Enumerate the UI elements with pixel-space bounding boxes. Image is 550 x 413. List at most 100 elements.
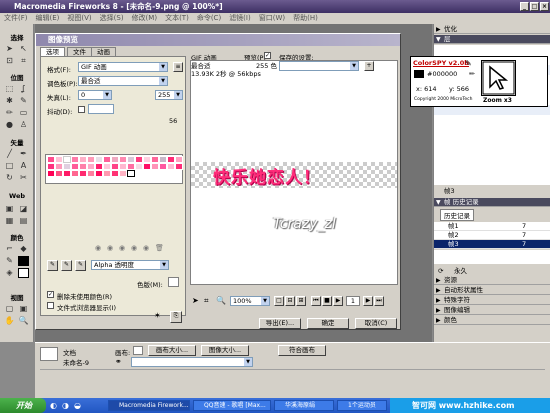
tab-options[interactable]: 选项 [40, 47, 65, 56]
crop-tool-icon[interactable]: ⌗ [204, 296, 209, 306]
pointer-tool-icon[interactable]: ➤ [192, 296, 199, 305]
palette-swatch[interactable] [87, 163, 95, 170]
blend-select[interactable] [131, 357, 253, 367]
palette-swatch[interactable] [71, 163, 79, 170]
palette-swatch[interactable] [79, 156, 87, 163]
palette-swatch[interactable] [143, 163, 151, 170]
palette-swatch[interactable] [95, 163, 103, 170]
zoom-tool-icon[interactable]: 🔍 [18, 316, 29, 326]
palette-swatch[interactable] [151, 163, 159, 170]
crop-tool-icon[interactable]: ⌗ [18, 56, 29, 66]
transparency-select[interactable]: Alpha 透明度 [91, 260, 169, 270]
remove-transparency-icon[interactable]: ✎ [75, 260, 86, 271]
quicklaunch-icon[interactable]: ◒ [74, 401, 81, 410]
menu-select[interactable]: 选择(S) [96, 13, 128, 24]
palette-swatch[interactable] [111, 163, 119, 170]
web-snap-icon[interactable]: ◉ [131, 244, 137, 252]
eyedropper-tool-icon[interactable]: ⌐ [4, 244, 15, 254]
palette-swatch[interactable] [103, 163, 111, 170]
preview-checkbox[interactable]: ✓ [264, 52, 271, 59]
palette-swatch[interactable] [135, 156, 143, 163]
dither-percent-field[interactable] [88, 104, 114, 114]
add-transparency-icon[interactable]: ✎ [61, 260, 72, 271]
quicklaunch-icon[interactable]: ◐ [50, 401, 57, 410]
rectangle-tool-icon[interactable]: □ [4, 161, 15, 171]
frames-export-icon[interactable]: ⎘ [170, 311, 182, 323]
palette-swatch[interactable] [63, 163, 71, 170]
colorspy-widget[interactable]: ColorSPY v2.0b ✎ #000000 ✏ x: 614 y: 566… [410, 56, 548, 107]
ok-button[interactable]: 确定 [307, 318, 349, 329]
canvas-size-button[interactable]: 画布大小... [148, 345, 196, 356]
color-palette[interactable] [45, 154, 183, 184]
panel-image-edit[interactable]: ▶ 图像编辑 [434, 306, 550, 315]
palette-swatch[interactable] [103, 156, 111, 163]
marquee-tool-icon[interactable]: ⬚ [4, 84, 15, 94]
palette-swatch[interactable] [71, 156, 79, 163]
zoom-tool-icon[interactable]: 🔍 [216, 296, 226, 305]
edit-color-icon[interactable]: ✏ [469, 70, 475, 78]
dither-checkbox[interactable] [78, 106, 85, 113]
split-4-view-icon[interactable]: ⊞ [296, 296, 306, 306]
hotspot-tool-icon[interactable]: ▣ [4, 204, 15, 214]
palette-swatch[interactable] [119, 156, 127, 163]
palette-swatch[interactable] [95, 170, 103, 177]
palette-swatch[interactable] [175, 163, 183, 170]
browser-preview-checkbox[interactable] [47, 302, 54, 309]
hide-slices-icon[interactable]: ▦ [4, 216, 15, 226]
frame-row[interactable]: 帧1 7 [434, 222, 550, 231]
wand-icon[interactable]: ✶ [154, 311, 161, 320]
palette-swatch[interactable] [175, 156, 183, 163]
freeform-tool-icon[interactable]: ↻ [4, 173, 15, 183]
frame-counter[interactable]: 1 [346, 296, 360, 306]
remove-unused-checkbox[interactable]: ✓ [47, 291, 54, 298]
blur-tool-icon[interactable]: ● [4, 120, 15, 130]
palette-swatch[interactable] [167, 156, 175, 163]
menu-filters[interactable]: 滤镜(I) [225, 13, 255, 24]
stroke-color-icon[interactable]: ✎ [4, 256, 15, 266]
menu-edit[interactable]: 编辑(E) [32, 13, 64, 24]
palette-swatch[interactable] [71, 170, 79, 177]
task-other[interactable]: 1个运动员 [337, 400, 387, 411]
canvas-color-swatch[interactable] [133, 346, 143, 355]
palette-swatch[interactable] [167, 163, 175, 170]
transparent-color-icon[interactable]: ◉ [119, 244, 125, 252]
text-tool-icon[interactable]: A [18, 161, 29, 171]
tab-history[interactable]: 历史记录 [440, 209, 474, 221]
frame-row-selected[interactable]: 帧3 7 [434, 240, 550, 249]
panel-optimize[interactable]: ▶ 优化 [434, 25, 550, 34]
menu-view[interactable]: 视图(V) [63, 13, 95, 24]
palette-swatch[interactable] [111, 156, 119, 163]
last-frame-icon[interactable]: ⏭ [374, 296, 384, 306]
palette-swatch[interactable] [135, 163, 143, 170]
image-size-button[interactable]: 图像大小... [201, 345, 249, 356]
scale-tool-icon[interactable]: ⊡ [4, 56, 15, 66]
minimize-button[interactable]: _ [520, 2, 529, 11]
slice-tool-icon[interactable]: ◪ [18, 204, 29, 214]
start-button[interactable]: 开始 [0, 398, 46, 413]
preview-pane[interactable]: 快乐她恋人！ Tcrazy_zl [190, 60, 398, 285]
palette-swatch[interactable] [127, 163, 135, 170]
pen-tool-icon[interactable]: ✒ [18, 149, 29, 159]
knife-tool-icon[interactable]: ✂ [18, 173, 29, 183]
palette-swatch[interactable] [159, 163, 167, 170]
palette-swatch[interactable] [119, 170, 127, 177]
add-color-icon[interactable]: ◉ [143, 244, 149, 252]
fill-color-icon[interactable]: ◈ [4, 268, 15, 278]
zoom-select[interactable]: 100% [230, 296, 270, 306]
tab-file[interactable]: 文件 [67, 47, 92, 56]
close-button[interactable]: × [540, 2, 549, 11]
select-transparency-icon[interactable]: ✎ [47, 260, 58, 271]
task-folder[interactable]: 华溪海原绢 [274, 400, 334, 411]
pencil-tool-icon[interactable]: ✏ [4, 108, 15, 118]
palette-swatch[interactable] [79, 170, 87, 177]
split-2-view-icon[interactable]: ⊟ [285, 296, 295, 306]
fill-color-swatch[interactable] [18, 268, 29, 278]
export-button[interactable]: 导出(E)... [259, 318, 301, 329]
palette-select[interactable]: 最合适 [78, 76, 168, 86]
subselect-tool-icon[interactable]: ↖ [18, 44, 29, 54]
menu-help[interactable]: 帮助(H) [289, 13, 322, 24]
palette-swatch[interactable] [63, 156, 71, 163]
hand-tool-icon[interactable]: ✋ [4, 316, 15, 326]
panel-layers[interactable]: ▼ 层 [434, 35, 550, 44]
next-frame-icon[interactable]: ▶ [363, 296, 373, 306]
